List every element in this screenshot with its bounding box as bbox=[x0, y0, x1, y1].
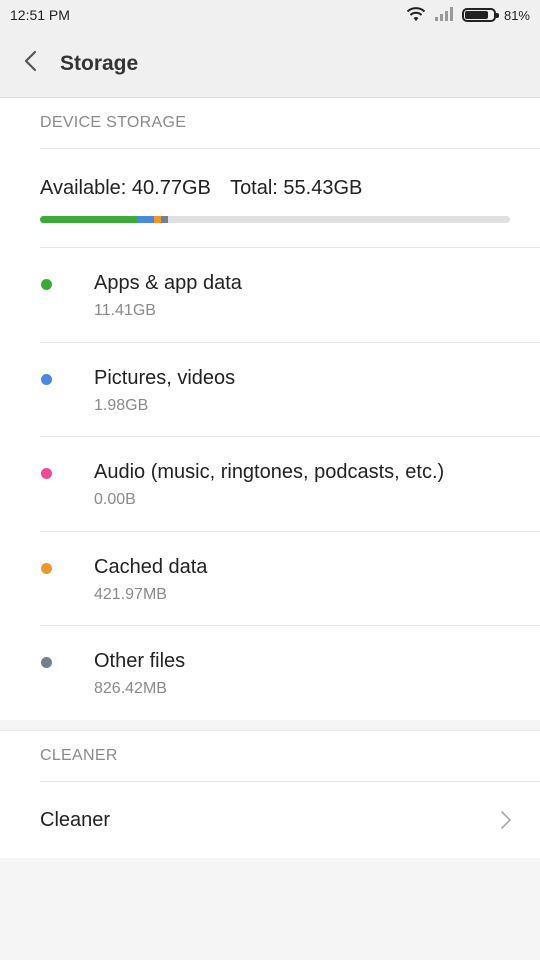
storage-summary-text: Available: 40.77GB Total: 55.43GB bbox=[40, 177, 376, 200]
wifi-icon bbox=[406, 6, 426, 25]
storage-category-row[interactable]: Audio (music, ringtones, podcasts, etc.)… bbox=[40, 436, 540, 531]
chevron-right-icon bbox=[500, 810, 512, 835]
category-label: Other files bbox=[94, 650, 186, 673]
category-label: Audio (music, ringtones, podcasts, etc.) bbox=[94, 461, 445, 484]
storage-category-row[interactable]: Apps & app data 11.41GB bbox=[40, 247, 540, 342]
category-label: Cached data bbox=[94, 555, 208, 578]
cleaner-label: Cleaner bbox=[40, 809, 111, 831]
cleaner-item[interactable]: Cleaner bbox=[40, 781, 540, 859]
category-label: Pictures, videos bbox=[94, 366, 236, 389]
status-time: 12:51 PM bbox=[10, 7, 70, 23]
device-storage-card: DEVICE STORAGE Available: 40.77GB Total:… bbox=[0, 98, 540, 720]
chevron-left-icon bbox=[23, 50, 37, 77]
storage-category-row[interactable]: Other files 826.42MB bbox=[40, 625, 540, 719]
storage-usage-bar bbox=[40, 216, 510, 223]
usage-segment bbox=[40, 216, 137, 223]
category-color-dot bbox=[41, 279, 52, 290]
storage-category-row[interactable]: Pictures, videos 1.98GB bbox=[40, 341, 540, 437]
category-label: Apps & app data bbox=[94, 272, 242, 294]
category-color-dot bbox=[41, 657, 52, 669]
page-title: Storage bbox=[60, 51, 139, 75]
category-size: 826.42MB bbox=[94, 680, 167, 698]
app-header: Storage bbox=[0, 30, 540, 98]
category-color-dot bbox=[41, 562, 52, 574]
status-icons: 81% bbox=[406, 6, 530, 25]
total-text: Total: 55.43GB bbox=[230, 177, 363, 199]
section-label: DEVICE STORAGE bbox=[40, 114, 187, 131]
category-size: 0.00B bbox=[94, 491, 136, 509]
category-color-dot bbox=[41, 468, 52, 480]
section-header-cleaner: CLEANER bbox=[0, 731, 540, 781]
signal-icon bbox=[434, 6, 454, 24]
category-size: 421.97MB bbox=[94, 585, 167, 603]
category-color-dot bbox=[41, 373, 52, 385]
back-button[interactable] bbox=[0, 30, 60, 98]
section-label: CLEANER bbox=[40, 747, 118, 764]
usage-segment bbox=[153, 216, 162, 223]
status-bar: 12:51 PM 81% bbox=[0, 0, 540, 30]
available-text: Available: 40.77GB bbox=[40, 177, 211, 199]
storage-category-row[interactable]: Cached data 421.97MB bbox=[40, 530, 540, 626]
usage-segment bbox=[161, 216, 169, 223]
category-size: 11.41GB bbox=[94, 302, 156, 319]
section-header-device-storage: DEVICE STORAGE bbox=[0, 98, 540, 148]
storage-summary: Available: 40.77GB Total: 55.43GB bbox=[0, 149, 540, 248]
battery-percent: 81% bbox=[503, 7, 530, 23]
cleaner-card: CLEANER Cleaner bbox=[0, 730, 540, 858]
battery-icon bbox=[461, 8, 499, 22]
category-size: 1.98GB bbox=[94, 396, 149, 414]
usage-segment bbox=[136, 216, 154, 223]
category-list: Apps & app data 11.41GB Pictures, videos 1.… bbox=[0, 247, 540, 719]
